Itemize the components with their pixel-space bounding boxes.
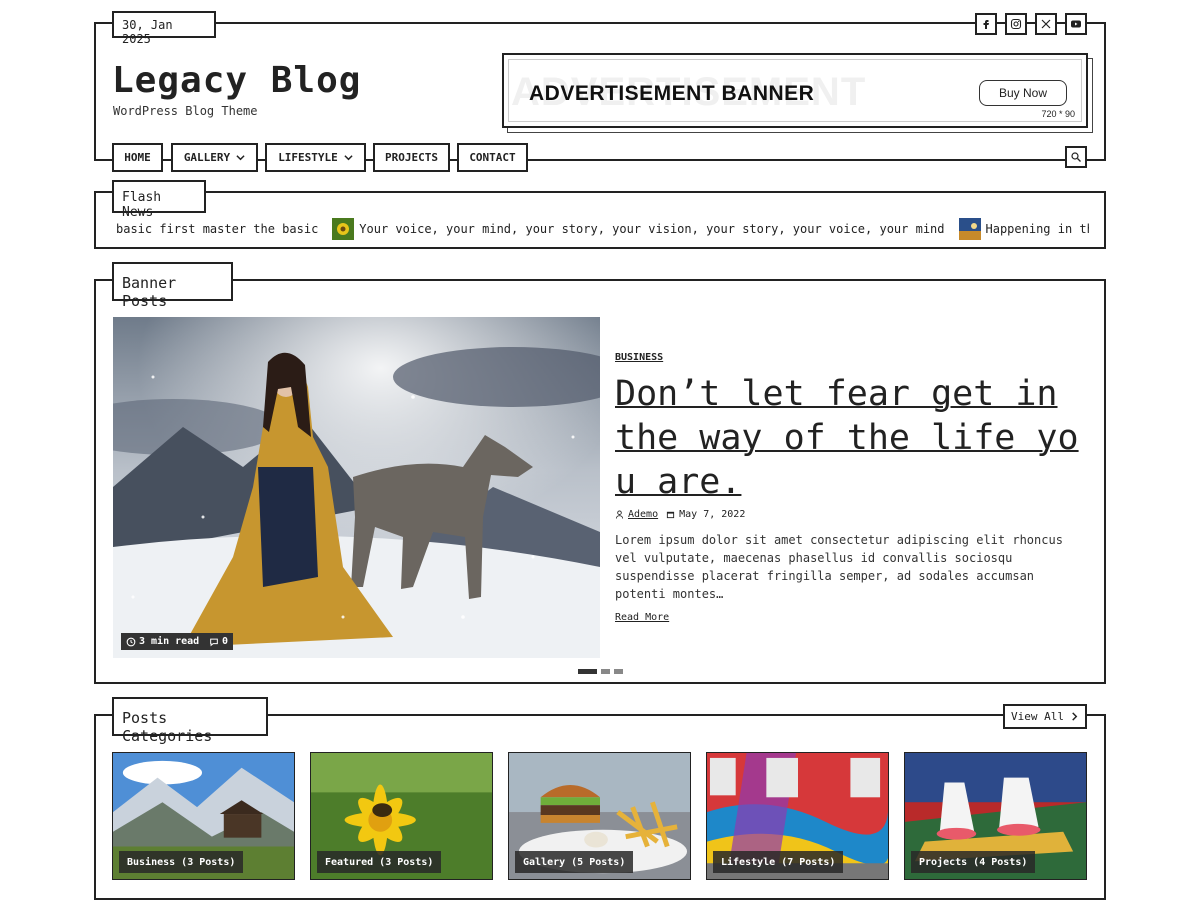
clock-icon bbox=[126, 637, 136, 646]
advertisement-banner[interactable]: ADVERTISEMENT ADVERTISEMENT BANNER Buy N… bbox=[502, 53, 1088, 128]
nav-home[interactable]: HOME bbox=[112, 143, 163, 172]
flash-news-label: Flash News bbox=[112, 180, 206, 220]
chevron-down-icon bbox=[344, 155, 353, 161]
nav-lifestyle-label: LIFESTYLE bbox=[278, 151, 338, 164]
user-icon bbox=[615, 510, 624, 519]
chevron-right-icon bbox=[1072, 712, 1078, 721]
banner-post-image[interactable] bbox=[113, 317, 600, 658]
nav-gallery[interactable]: GALLERY bbox=[171, 143, 258, 172]
woman-and-wolf-image bbox=[113, 317, 600, 658]
post-author[interactable]: Ademo bbox=[628, 509, 658, 520]
nav-gallery-label: GALLERY bbox=[183, 151, 231, 164]
slider-dot-active[interactable] bbox=[578, 669, 597, 674]
site-title[interactable]: Legacy Blog bbox=[112, 60, 361, 101]
nav-home-label: HOME bbox=[124, 151, 151, 164]
nav-projects[interactable]: PROJECTS bbox=[373, 143, 450, 172]
search-icon bbox=[1071, 152, 1081, 162]
category-card-lifestyle[interactable]: Lifestyle (7 Posts) bbox=[706, 752, 889, 880]
category-label: Projects (4 Posts) bbox=[911, 851, 1036, 873]
calendar-icon bbox=[667, 511, 675, 519]
flash-news-item[interactable]: basic first master the basic bbox=[116, 222, 318, 236]
flash-news-item[interactable]: Happening in the worl bbox=[958, 218, 1090, 240]
flash-news-text: Happening in the worl bbox=[985, 222, 1090, 236]
ad-buy-now-button[interactable]: Buy Now bbox=[979, 80, 1067, 106]
ad-title: ADVERTISEMENT BANNER bbox=[529, 82, 815, 105]
comment-icon bbox=[210, 638, 218, 646]
flash-news-text: basic first master the basic bbox=[116, 222, 319, 236]
category-label: Featured (3 Posts) bbox=[317, 851, 442, 873]
flash-news-item[interactable]: Your voice, your mind, your story, your … bbox=[332, 218, 945, 240]
site-tagline: WordPress Blog Theme bbox=[113, 104, 258, 118]
slider-dot[interactable] bbox=[614, 669, 623, 674]
flash-news-thumbnail bbox=[958, 218, 981, 240]
category-card-gallery[interactable]: Gallery (5 Posts) bbox=[508, 752, 691, 880]
read-time-text: 3 min read bbox=[139, 636, 200, 647]
post-title[interactable]: Don’t let fear get in the way of the lif… bbox=[615, 372, 1085, 504]
category-label: Business (3 Posts) bbox=[119, 851, 244, 873]
category-card-business[interactable]: Business (3 Posts) bbox=[112, 752, 295, 880]
post-date: May 7, 2022 bbox=[679, 509, 746, 520]
comment-count: 0 bbox=[222, 636, 229, 647]
search-button[interactable] bbox=[1065, 146, 1087, 168]
flash-news-ticker: basic first master the basic Your voice,… bbox=[116, 217, 1089, 241]
category-label: Gallery (5 Posts) bbox=[515, 851, 634, 873]
nav-contact[interactable]: CONTACT bbox=[457, 143, 528, 172]
read-more-link[interactable]: Read More bbox=[615, 612, 669, 623]
nav-projects-label: PROJECTS bbox=[385, 151, 438, 164]
post-meta: Ademo May 7, 2022 bbox=[615, 509, 745, 520]
chevron-down-icon bbox=[236, 155, 245, 161]
post-excerpt: Lorem ipsum dolor sit amet consectetur a… bbox=[615, 533, 1063, 601]
slider-dot[interactable] bbox=[601, 669, 610, 674]
facebook-icon[interactable] bbox=[975, 13, 997, 35]
flash-news-text: Your voice, your mind, your story, your … bbox=[359, 222, 945, 236]
category-card-projects[interactable]: Projects (4 Posts) bbox=[904, 752, 1087, 880]
category-card-featured[interactable]: Featured (3 Posts) bbox=[310, 752, 493, 880]
current-date: 30, Jan 2025 bbox=[112, 11, 216, 46]
nav-contact-label: CONTACT bbox=[469, 151, 516, 164]
banner-posts-label: Banner Posts bbox=[112, 262, 233, 310]
read-time-badge: 3 min read bbox=[121, 633, 205, 650]
flash-news-thumbnail bbox=[332, 218, 355, 240]
youtube-icon[interactable] bbox=[1065, 13, 1087, 35]
comments-badge[interactable]: 0 bbox=[204, 633, 234, 650]
x-icon[interactable] bbox=[1035, 13, 1057, 35]
category-label: Lifestyle (7 Posts) bbox=[713, 851, 844, 873]
view-all-label: View All bbox=[1011, 710, 1064, 723]
post-category[interactable]: BUSINESS bbox=[615, 352, 663, 363]
view-all-button[interactable]: View All bbox=[1003, 704, 1087, 729]
instagram-icon[interactable] bbox=[1005, 13, 1027, 35]
posts-categories-label: Posts Categories bbox=[112, 697, 268, 745]
nav-lifestyle[interactable]: LIFESTYLE bbox=[265, 143, 366, 172]
ad-size-label: 720 * 90 bbox=[1041, 109, 1075, 119]
